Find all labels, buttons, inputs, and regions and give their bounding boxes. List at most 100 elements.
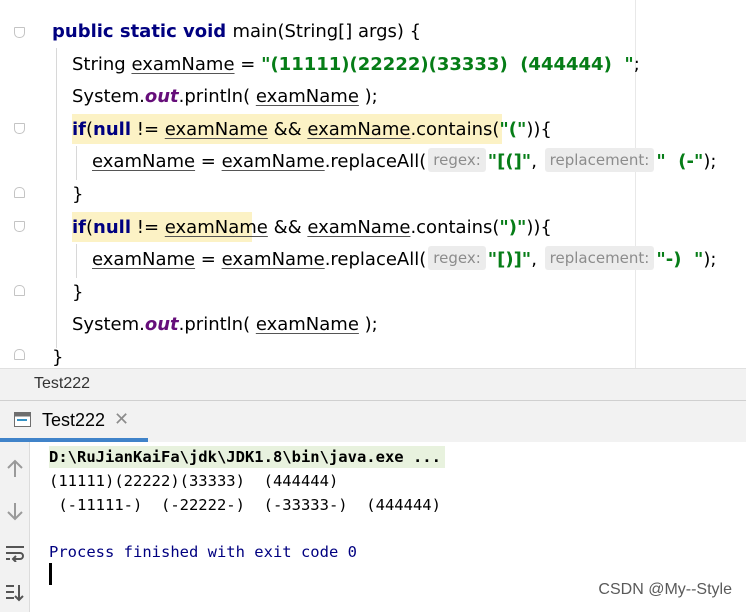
variable-reference: examName — [92, 249, 196, 270]
keyword-token: if — [72, 217, 87, 238]
variable-reference: examName — [307, 119, 411, 140]
code-token: .println( — [178, 314, 256, 335]
code-token: = — [234, 54, 262, 75]
code-line[interactable]: System.out.println( examName ); — [72, 309, 378, 341]
close-icon[interactable]: ✕ — [114, 409, 129, 430]
variable-reference: examName — [255, 314, 359, 335]
variable-reference: examName — [307, 217, 411, 238]
fold-marker-method-end-icon[interactable] — [14, 349, 25, 360]
indent-guide — [76, 244, 77, 278]
code-token: .replaceAll( — [324, 249, 427, 270]
indent-guide — [56, 48, 57, 348]
console-exit-message: Process finished with exit code 0 — [49, 543, 357, 561]
code-token: .contains( — [410, 119, 500, 140]
code-token: System. — [72, 86, 145, 107]
code-token: ); — [358, 86, 378, 107]
code-token: && — [267, 217, 308, 238]
variable-reference: examName — [131, 54, 235, 75]
watermark: CSDN @My--Style — [598, 581, 732, 598]
fold-marker-method-start-icon[interactable] — [14, 27, 25, 38]
static-field-token: out — [144, 86, 179, 107]
code-token: main(String[] args) { — [232, 21, 422, 42]
fold-marker-if-start-icon[interactable] — [14, 221, 25, 232]
arrow-up-icon[interactable] — [0, 454, 30, 484]
code-token: ); — [358, 314, 378, 335]
string-literal: "(" — [499, 119, 527, 140]
fold-marker-if-end-icon[interactable] — [14, 285, 25, 296]
code-line[interactable]: } — [52, 342, 63, 368]
string-literal: "(11111)(22222)(33333) (444444) " — [261, 54, 634, 75]
static-field-token: out — [144, 314, 179, 335]
code-token: , — [531, 249, 543, 270]
code-token: && — [267, 119, 308, 140]
code-token: } — [52, 347, 64, 368]
code-token: ( — [86, 217, 94, 238]
string-literal: "-) " — [656, 249, 704, 270]
string-literal: ")" — [499, 217, 527, 238]
code-line[interactable]: examName = examName.replaceAll(regex: "[(… — [92, 146, 716, 178]
indent-guide — [76, 146, 77, 180]
parameter-hint: replacement: — [544, 148, 655, 172]
code-token: = — [195, 151, 222, 172]
code-editor[interactable]: public static void main(String[] args) {… — [0, 0, 746, 368]
variable-reference: examName — [255, 86, 359, 107]
parameter-hint: regex: — [428, 148, 486, 172]
breadcrumb-class-label[interactable]: Test222 — [34, 375, 90, 393]
keyword-token: null — [93, 119, 132, 140]
code-token: = — [195, 249, 222, 270]
code-line[interactable]: public static void main(String[] args) { — [52, 16, 421, 48]
code-token: , — [531, 151, 543, 172]
code-token: .println( — [178, 86, 256, 107]
code-token: )){ — [526, 119, 552, 140]
code-token: .replaceAll( — [324, 151, 427, 172]
code-token: ); — [703, 151, 717, 172]
run-tab-label: Test222 — [42, 410, 106, 430]
keyword-token: public static void — [52, 21, 233, 42]
string-literal: " (-" — [656, 151, 704, 172]
code-line[interactable]: System.out.println( examName ); — [72, 81, 378, 113]
console-toolbar — [0, 442, 30, 612]
variable-reference: examName — [221, 151, 325, 172]
text-caret — [49, 563, 52, 585]
scroll-to-end-icon[interactable] — [0, 578, 30, 608]
keyword-token: null — [93, 217, 132, 238]
code-token: != — [131, 119, 165, 140]
code-line[interactable]: examName = examName.replaceAll(regex: "[)… — [92, 244, 716, 276]
console-output-line: (-11111-) (-22222-) (-33333-) (444444) — [49, 496, 441, 514]
application-icon — [14, 412, 31, 427]
string-literal: "[)]" — [487, 249, 532, 270]
console-command-line[interactable]: D:\RuJianKaiFa\jdk\JDK1.8\bin\java.exe .… — [49, 446, 445, 468]
breadcrumb[interactable]: Test222 — [0, 368, 746, 400]
code-token: String — [72, 54, 132, 75]
code-line[interactable]: if(null != examName && examName.contains… — [72, 212, 552, 244]
variable-reference: examName — [164, 217, 268, 238]
keyword-token: if — [72, 119, 87, 140]
variable-reference: examName — [221, 249, 325, 270]
code-token: != — [131, 217, 165, 238]
code-token: System. — [72, 314, 145, 335]
code-token: .contains( — [410, 217, 500, 238]
tab-run-test222[interactable]: Test222 ✕ — [0, 401, 148, 442]
editor-gutter — [0, 0, 32, 368]
arrow-down-icon[interactable] — [0, 496, 30, 526]
variable-reference: examName — [92, 151, 196, 172]
parameter-hint: replacement: — [544, 246, 655, 270]
code-line[interactable]: if(null != examName && examName.contains… — [72, 114, 552, 146]
code-line[interactable]: } — [72, 277, 83, 309]
fold-marker-if-start-icon[interactable] — [14, 123, 25, 134]
code-token: )){ — [526, 217, 552, 238]
fold-marker-if-end-icon[interactable] — [14, 187, 25, 198]
code-token: ( — [86, 119, 94, 140]
string-literal: "[(]" — [487, 151, 532, 172]
run-tool-window-header: Test222 ✕ — [0, 400, 746, 442]
code-token: ; — [633, 54, 640, 75]
code-line[interactable]: } — [72, 179, 83, 211]
parameter-hint: regex: — [428, 246, 486, 270]
code-token: } — [72, 282, 84, 303]
code-token: } — [72, 184, 84, 205]
variable-reference: examName — [164, 119, 268, 140]
code-line[interactable]: String examName = "(11111)(22222)(33333)… — [72, 49, 640, 81]
console-output-line: (11111)(22222)(33333) (444444) — [49, 472, 339, 490]
code-token: ); — [703, 249, 717, 270]
soft-wrap-icon[interactable] — [0, 538, 30, 568]
